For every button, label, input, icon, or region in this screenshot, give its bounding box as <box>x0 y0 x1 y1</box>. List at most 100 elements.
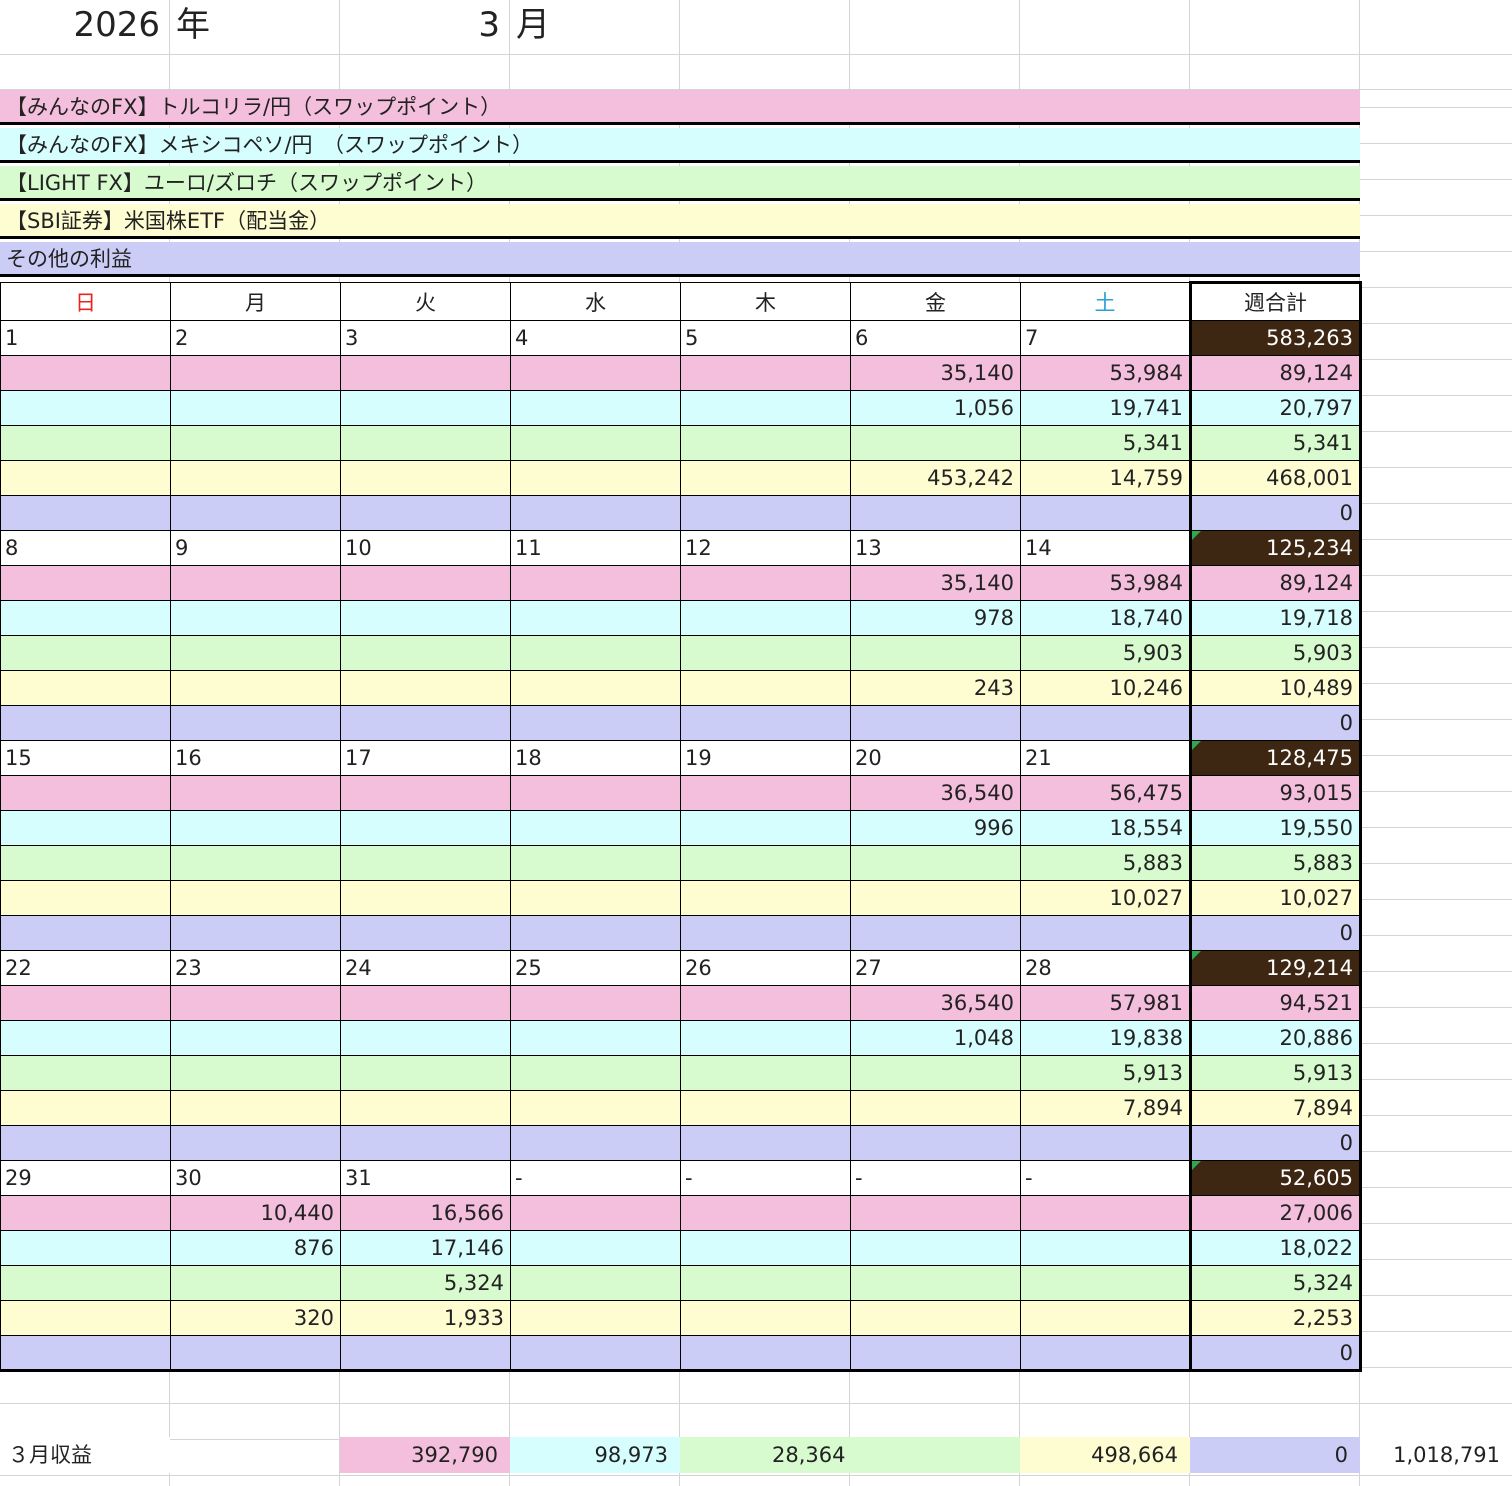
date-cell[interactable]: 27 <box>850 950 1021 986</box>
summary-grand-total[interactable]: 1,018,791 <box>1360 1437 1512 1473</box>
value-cell[interactable]: 14,759 <box>1020 460 1191 496</box>
value-cell[interactable]: 10,027 <box>1020 880 1191 916</box>
value-cell[interactable] <box>1020 1195 1191 1231</box>
week-category-total[interactable]: 5,883 <box>1189 845 1362 881</box>
value-cell[interactable] <box>1020 1300 1191 1336</box>
value-cell[interactable] <box>340 1055 511 1091</box>
date-cell[interactable]: 14 <box>1020 530 1191 566</box>
value-cell[interactable] <box>0 1055 171 1091</box>
date-cell[interactable]: 26 <box>680 950 851 986</box>
value-cell[interactable] <box>170 1265 341 1301</box>
week-category-total[interactable]: 0 <box>1189 1335 1362 1372</box>
value-cell[interactable] <box>680 845 851 881</box>
date-cell[interactable]: 8 <box>0 530 171 566</box>
value-cell[interactable] <box>510 915 681 951</box>
value-cell[interactable] <box>510 1090 681 1126</box>
value-cell[interactable] <box>170 810 341 846</box>
week-category-total[interactable]: 5,913 <box>1189 1055 1362 1091</box>
value-cell[interactable] <box>340 1020 511 1056</box>
value-cell[interactable]: 57,981 <box>1020 985 1191 1021</box>
date-cell[interactable]: 25 <box>510 950 681 986</box>
date-cell[interactable]: 22 <box>0 950 171 986</box>
value-cell[interactable] <box>170 495 341 531</box>
value-cell[interactable] <box>680 1195 851 1231</box>
week-category-total[interactable]: 93,015 <box>1189 775 1362 811</box>
week-category-total[interactable]: 0 <box>1189 1125 1362 1161</box>
value-cell[interactable] <box>680 670 851 706</box>
value-cell[interactable]: 5,913 <box>1020 1055 1191 1091</box>
value-cell[interactable] <box>0 1335 171 1372</box>
category-band-euro-zloty[interactable]: 【LIGHT FX】ユーロ/ズロチ（スワップポイント） <box>0 166 1360 201</box>
summary-pink-total[interactable]: 392,790 <box>340 1437 510 1473</box>
week-category-total[interactable]: 5,341 <box>1189 425 1362 461</box>
value-cell[interactable]: 320 <box>170 1300 341 1336</box>
value-cell[interactable] <box>170 1055 341 1091</box>
value-cell[interactable] <box>510 705 681 741</box>
value-cell[interactable] <box>850 425 1021 461</box>
week-grand-total[interactable]: 128,475 <box>1189 740 1362 776</box>
value-cell[interactable]: 19,838 <box>1020 1020 1191 1056</box>
date-cell[interactable]: 17 <box>340 740 511 776</box>
date-cell[interactable]: 13 <box>850 530 1021 566</box>
value-cell[interactable] <box>340 460 511 496</box>
month-value[interactable]: 3 <box>340 0 500 54</box>
value-cell[interactable]: 5,903 <box>1020 635 1191 671</box>
value-cell[interactable] <box>340 845 511 881</box>
value-cell[interactable]: 10,440 <box>170 1195 341 1231</box>
value-cell[interactable] <box>170 1020 341 1056</box>
week-category-total[interactable]: 19,718 <box>1189 600 1362 636</box>
week-category-total[interactable]: 10,027 <box>1189 880 1362 916</box>
summary-green-total[interactable]: 28,364 <box>680 1437 1020 1473</box>
value-cell[interactable] <box>510 1230 681 1266</box>
value-cell[interactable] <box>170 705 341 741</box>
value-cell[interactable]: 996 <box>850 810 1021 846</box>
value-cell[interactable] <box>170 460 341 496</box>
value-cell[interactable] <box>680 460 851 496</box>
week-grand-total[interactable]: 125,234 <box>1189 530 1362 566</box>
value-cell[interactable] <box>850 495 1021 531</box>
value-cell[interactable] <box>680 390 851 426</box>
value-cell[interactable] <box>1020 1335 1191 1372</box>
value-cell[interactable]: 1,933 <box>340 1300 511 1336</box>
year-value[interactable]: 2026 <box>0 0 160 54</box>
value-cell[interactable] <box>170 880 341 916</box>
value-cell[interactable] <box>510 1335 681 1372</box>
value-cell[interactable] <box>510 810 681 846</box>
value-cell[interactable]: 18,740 <box>1020 600 1191 636</box>
value-cell[interactable] <box>170 670 341 706</box>
week-grand-total[interactable]: 583,263 <box>1189 320 1362 356</box>
value-cell[interactable] <box>340 915 511 951</box>
value-cell[interactable] <box>510 635 681 671</box>
value-cell[interactable] <box>0 1265 171 1301</box>
value-cell[interactable] <box>510 1265 681 1301</box>
date-cell[interactable]: 16 <box>170 740 341 776</box>
value-cell[interactable]: 5,883 <box>1020 845 1191 881</box>
week-category-total[interactable]: 89,124 <box>1189 355 1362 391</box>
value-cell[interactable] <box>0 565 171 601</box>
week-category-total[interactable]: 0 <box>1189 915 1362 951</box>
value-cell[interactable] <box>850 845 1021 881</box>
week-category-total[interactable]: 5,324 <box>1189 1265 1362 1301</box>
value-cell[interactable] <box>340 670 511 706</box>
value-cell[interactable] <box>680 495 851 531</box>
value-cell[interactable] <box>170 390 341 426</box>
date-cell[interactable]: 28 <box>1020 950 1191 986</box>
value-cell[interactable]: 10,246 <box>1020 670 1191 706</box>
date-cell[interactable]: 19 <box>680 740 851 776</box>
date-cell[interactable]: 11 <box>510 530 681 566</box>
date-cell[interactable]: 30 <box>170 1160 341 1196</box>
value-cell[interactable]: 36,540 <box>850 985 1021 1021</box>
value-cell[interactable] <box>850 880 1021 916</box>
week-category-total[interactable]: 7,894 <box>1189 1090 1362 1126</box>
value-cell[interactable] <box>850 1195 1021 1231</box>
value-cell[interactable] <box>0 985 171 1021</box>
value-cell[interactable] <box>340 775 511 811</box>
value-cell[interactable]: 19,741 <box>1020 390 1191 426</box>
week-category-total[interactable]: 2,253 <box>1189 1300 1362 1336</box>
date-cell[interactable]: 10 <box>340 530 511 566</box>
value-cell[interactable] <box>1020 1265 1191 1301</box>
value-cell[interactable] <box>510 1055 681 1091</box>
value-cell[interactable] <box>170 600 341 636</box>
value-cell[interactable] <box>850 1055 1021 1091</box>
date-cell[interactable]: 24 <box>340 950 511 986</box>
